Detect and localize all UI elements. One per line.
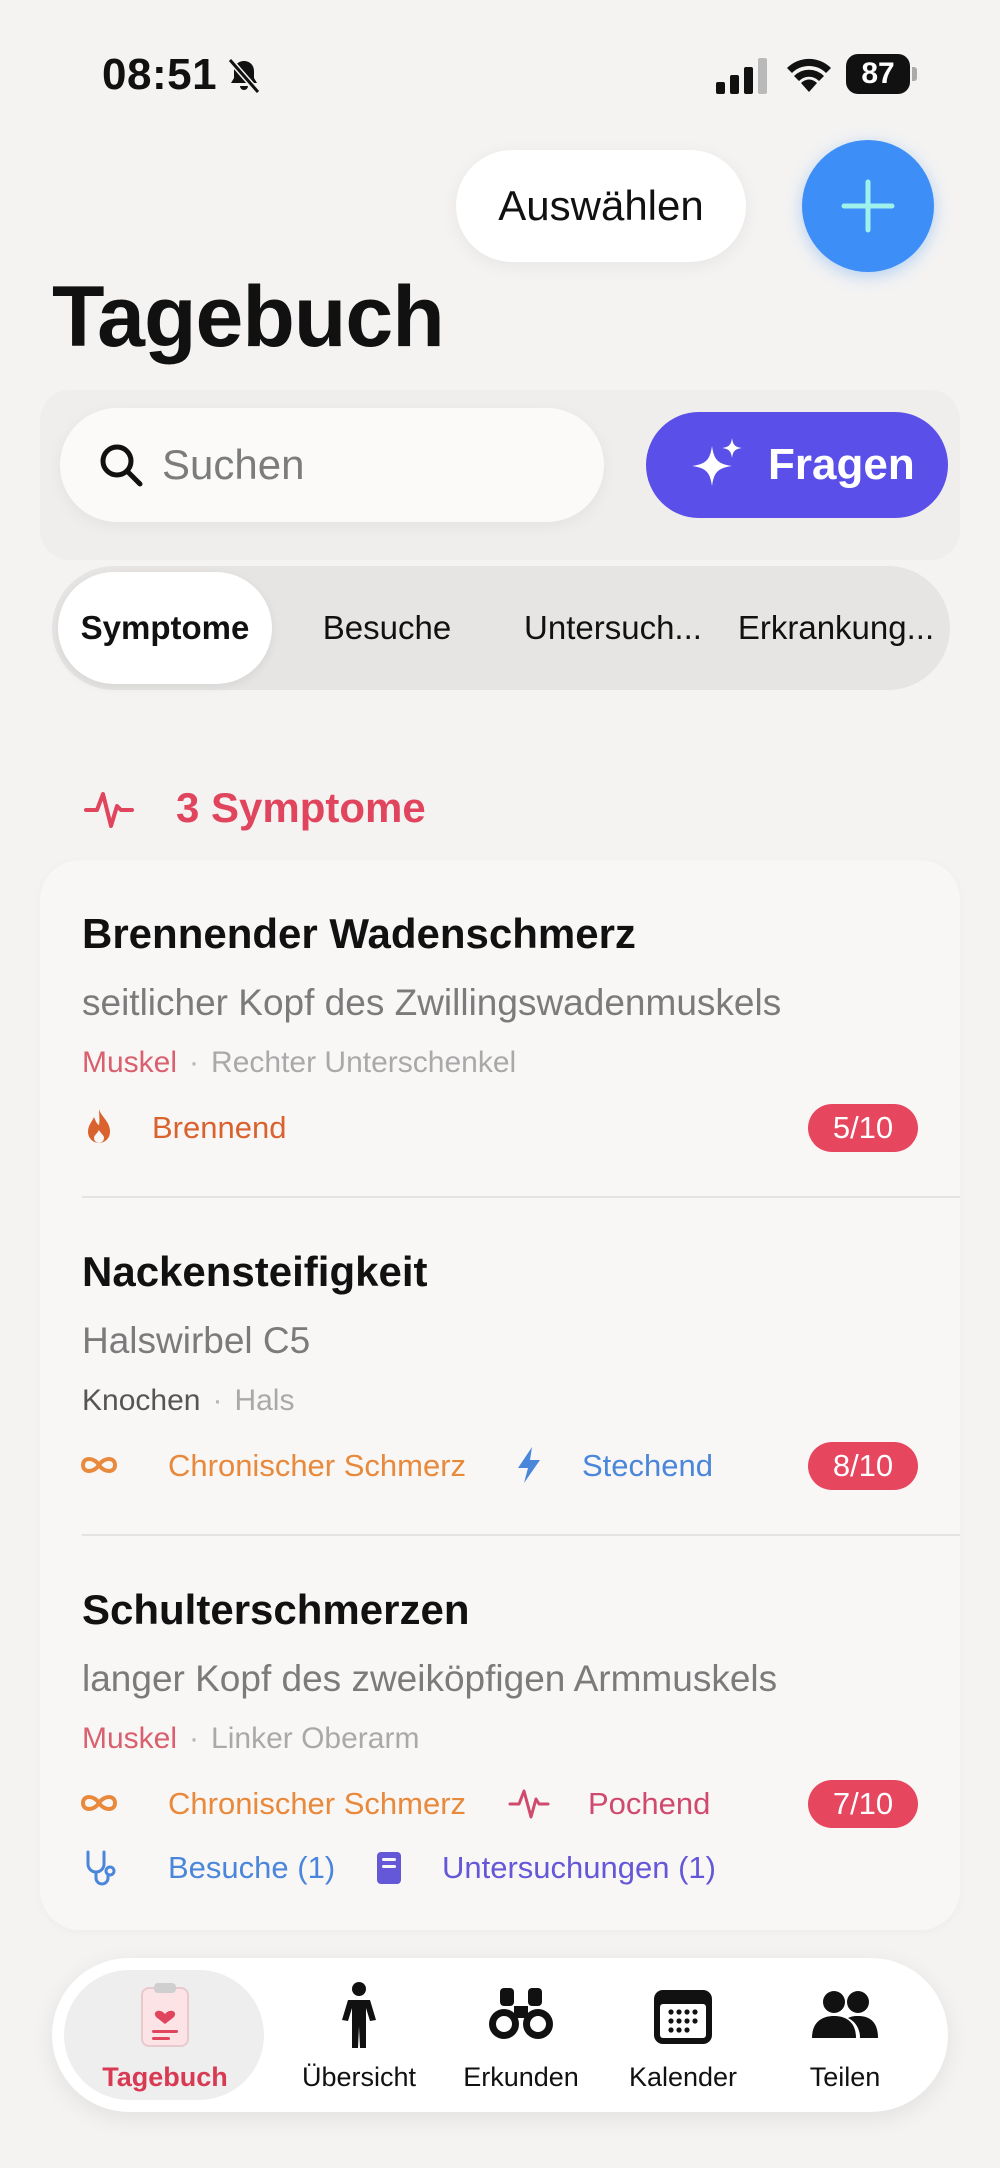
symptom-title: Schulterschmerzen: [82, 1586, 470, 1633]
search-box[interactable]: [60, 408, 604, 522]
document-icon: [377, 1852, 401, 1884]
sparkles-icon: [692, 438, 742, 486]
symptom-tag: Pochend: [588, 1786, 711, 1821]
segment-besuche[interactable]: Besuche: [276, 572, 498, 684]
symptom-location: Hals: [234, 1384, 295, 1417]
tab-label: Erkunden: [463, 2062, 579, 2092]
binoculars-icon: [489, 1988, 553, 2039]
symptom-category: Muskel: [82, 1722, 178, 1755]
ask-button[interactable]: Fragen: [646, 412, 948, 518]
infinity-icon: [80, 1795, 118, 1811]
symptom-meta: Muskel · Rechter Unterschenkel: [82, 1046, 517, 1079]
search-input[interactable]: [162, 430, 582, 500]
tab-bar: Tagebuch Übersicht Erkunden Kalender Tei…: [52, 1958, 948, 2112]
clipboard-heart-icon: [141, 1983, 189, 2047]
wifi-icon: [787, 58, 831, 92]
symptom-category: Knochen: [82, 1384, 201, 1417]
signal-icon: [716, 58, 767, 94]
symptom-location: Linker Oberarm: [211, 1722, 420, 1755]
flame-icon: [88, 1109, 110, 1143]
search-icon: [100, 444, 143, 487]
ask-label: Fragen: [768, 440, 915, 489]
calendar-icon: [654, 1990, 712, 2044]
section-title: 3 Symptome: [176, 784, 426, 831]
symptom-meta: Knochen · Hals: [82, 1384, 295, 1417]
tab-label: Übersicht: [301, 2062, 417, 2092]
infinity-icon: [80, 1457, 118, 1473]
symptom-title: Brennender Wadenschmerz: [82, 910, 636, 957]
person-icon: [342, 1982, 376, 2048]
symptom-subtitle: Halswirbel C5: [82, 1320, 311, 1361]
symptom-location: Rechter Unterschenkel: [211, 1046, 517, 1079]
battery-level: 87: [846, 54, 910, 94]
pulse-icon: [508, 1789, 550, 1819]
page-title: Tagebuch: [52, 269, 445, 365]
tab-uebersicht[interactable]: Übersicht: [278, 1958, 440, 2112]
segment-untersuchungen[interactable]: Untersuch...: [502, 572, 724, 684]
plus-icon: [841, 179, 895, 233]
status-time: 08:51: [102, 50, 218, 99]
tab-label: Tagebuch: [102, 2062, 228, 2092]
severity-badge: 8/10: [808, 1442, 918, 1490]
tab-tagebuch[interactable]: Tagebuch: [52, 1958, 278, 2112]
symptom-title: Nackensteifigkeit: [82, 1248, 428, 1295]
examinations-link[interactable]: Untersuchungen (1): [442, 1850, 716, 1886]
stethoscope-icon: [86, 1850, 116, 1886]
battery-icon: 87: [846, 54, 917, 96]
status-bar: 08:51 87: [0, 0, 1000, 140]
symptom-tag: Brennend: [152, 1110, 287, 1145]
symptom-subtitle: seitlicher Kopf des Zwillingswadenmuskel…: [82, 982, 782, 1023]
add-button[interactable]: [802, 140, 934, 272]
symptom-tag: Chronischer Schmerz: [168, 1448, 467, 1483]
symptom-card[interactable]: Brennender Wadenschmerz seitlicher Kopf …: [40, 860, 960, 1198]
tab-label: Teilen: [809, 2062, 881, 2092]
tab-label: Kalender: [628, 2062, 738, 2092]
bell-slash-icon: [227, 58, 261, 94]
symptom-meta: Muskel · Linker Oberarm: [82, 1722, 420, 1755]
tab-teilen[interactable]: Teilen: [764, 1958, 926, 2112]
symptom-tag: Chronischer Schmerz: [168, 1786, 467, 1821]
severity-badge: 7/10: [808, 1780, 918, 1828]
severity-badge: 5/10: [808, 1104, 918, 1152]
tab-kalender[interactable]: Kalender: [602, 1958, 764, 2112]
lightning-icon: [518, 1447, 540, 1483]
category-segmented-control: Symptome Besuche Untersuch... Erkrankung…: [52, 566, 950, 690]
visits-link[interactable]: Besuche (1): [168, 1850, 335, 1886]
symptom-list: Brennender Wadenschmerz seitlicher Kopf …: [40, 860, 960, 1930]
symptom-category: Muskel: [82, 1046, 178, 1079]
symptom-tag: Stechend: [582, 1448, 713, 1483]
symptom-card[interactable]: Schulterschmerzen langer Kopf des zweikö…: [40, 1536, 960, 1930]
segment-erkrankungen[interactable]: Erkrankung...: [728, 572, 944, 684]
heartbeat-icon: [84, 792, 134, 828]
select-button[interactable]: Auswählen: [456, 150, 746, 262]
people-icon: [812, 1991, 878, 2038]
symptom-card[interactable]: Nackensteifigkeit Halswirbel C5 Knochen ·…: [40, 1198, 960, 1536]
symptom-subtitle: langer Kopf des zweiköpfigen Armmuskels: [82, 1658, 778, 1699]
tab-erkunden[interactable]: Erkunden: [440, 1958, 602, 2112]
segment-symptome[interactable]: Symptome: [58, 572, 272, 684]
